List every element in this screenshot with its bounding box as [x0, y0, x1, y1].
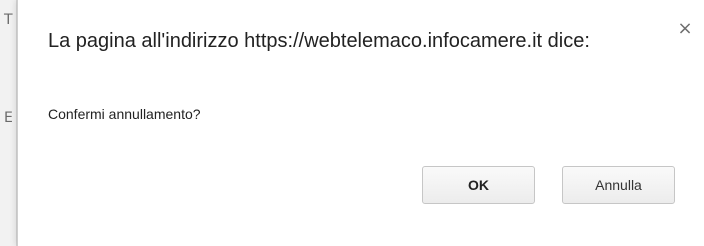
- underlying-page-text: E: [4, 110, 13, 126]
- close-icon[interactable]: ×: [676, 20, 694, 38]
- dialog-message: Confermi annullamento?: [48, 106, 201, 122]
- underlying-page-edge: T E: [0, 0, 17, 246]
- underlying-page-text: T: [4, 12, 13, 28]
- ok-button[interactable]: OK: [422, 166, 535, 204]
- ok-button-label: OK: [468, 177, 489, 193]
- page-backdrop: T E La pagina all'indirizzo https://webt…: [0, 0, 704, 246]
- dialog-title: La pagina all'indirizzo https://webtelem…: [48, 30, 590, 52]
- cancel-button-label: Annulla: [595, 177, 642, 193]
- alert-dialog: La pagina all'indirizzo https://webtelem…: [17, 0, 704, 246]
- cancel-button[interactable]: Annulla: [562, 166, 675, 204]
